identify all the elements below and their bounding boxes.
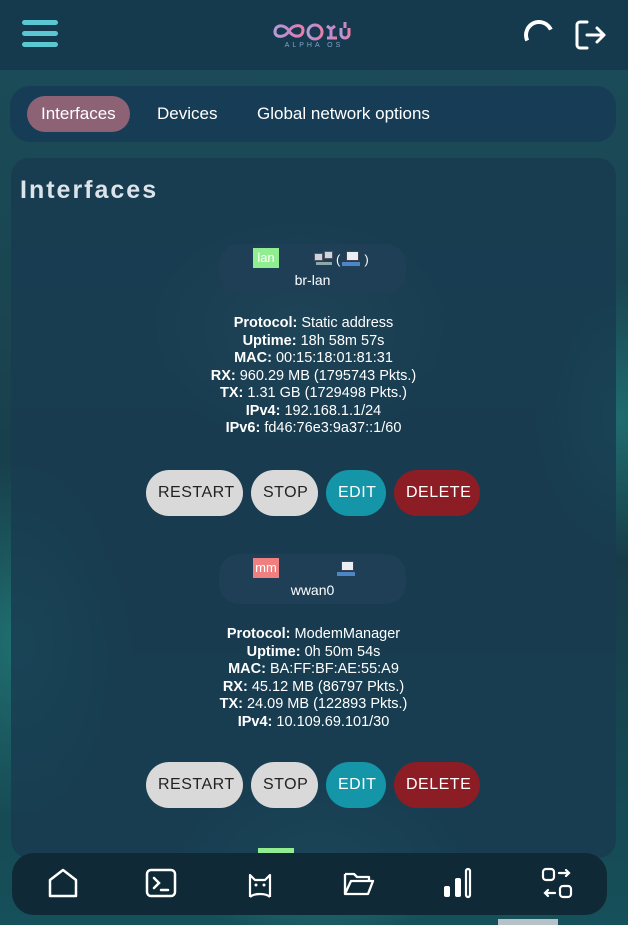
interface-badge: lan — [253, 248, 279, 268]
protocol-value: Static address — [301, 315, 394, 331]
restart-button[interactable]: RESTART — [146, 470, 243, 516]
loading-spinner-icon — [519, 15, 559, 55]
bottom-nav — [12, 853, 607, 915]
tx-label: TX: — [220, 385, 244, 401]
uptime-value: 18h 58m 57s — [300, 332, 385, 349]
protocol-label: Protocol: — [226, 626, 291, 642]
protocol-label: Protocol: — [233, 315, 298, 331]
interface-card[interactable]: mm wwan0 — [219, 554, 406, 604]
device-name: wwan0 — [290, 582, 335, 598]
rx-value: 960.29 MB (1795743 Pkts.) — [239, 367, 417, 384]
device-icons — [337, 558, 357, 580]
interface-actions: RESTART STOP EDIT DELETE — [146, 470, 480, 516]
tx-value: 24.09 MB (122893 Pkts.) — [246, 696, 408, 712]
edit-button[interactable]: EDIT — [326, 762, 386, 808]
stop-button[interactable]: STOP — [251, 762, 318, 808]
tx-label: TX: — [219, 696, 243, 712]
tab-devices[interactable]: Devices — [143, 96, 231, 132]
swap-icon[interactable] — [539, 865, 575, 901]
mac-label: MAC: — [228, 661, 266, 677]
uptime-label: Uptime: — [246, 643, 301, 660]
tab-interfaces[interactable]: Interfaces — [27, 96, 130, 132]
protocol-value: ModemManager — [294, 626, 401, 642]
logout-icon[interactable] — [574, 18, 608, 52]
device-icons: ( ) — [314, 248, 369, 270]
home-indicator — [498, 919, 558, 925]
logo-subtitle: ALPHA OS — [284, 42, 344, 49]
interface-actions: RESTART STOP EDIT DELETE — [146, 762, 480, 808]
home-icon[interactable] — [45, 865, 81, 901]
top-bar: ALPHA OS — [0, 0, 628, 70]
rx-value: 45.12 MB (86797 Pkts.) — [251, 678, 405, 695]
delete-button[interactable]: DELETE — [394, 762, 480, 808]
device-paren-close: ) — [364, 251, 369, 267]
folder-icon[interactable] — [341, 865, 377, 901]
ipv6-value: fd46:76e3:9a37::1/60 — [264, 420, 402, 436]
logo-mark — [273, 22, 351, 41]
interface-details: Protocol: Static address Uptime: 18h 58m… — [11, 315, 616, 438]
mac-label: MAC: — [234, 350, 272, 366]
mac-value: BA:FF:BF:AE:55:A9 — [269, 661, 399, 677]
page-title: Interfaces — [20, 176, 159, 204]
tab-global-network-options[interactable]: Global network options — [243, 96, 444, 132]
bridge-icon — [314, 250, 334, 268]
interfaces-panel: Interfaces lan ( ) br-lan Protocol: Stat… — [11, 158, 616, 858]
uptime-label: Uptime: — [242, 332, 297, 349]
stop-button[interactable]: STOP — [251, 470, 318, 516]
ethernet-icon — [337, 560, 357, 578]
device-name: br-lan — [294, 272, 331, 288]
ipv4-label: IPv4: — [237, 713, 273, 730]
ipv6-label: IPv6: — [225, 420, 261, 436]
delete-button[interactable]: DELETE — [394, 470, 480, 516]
edit-button[interactable]: EDIT — [326, 470, 386, 516]
interface-card[interactable]: lan ( ) br-lan — [219, 244, 406, 294]
ipv4-value: 192.168.1.1/24 — [284, 402, 382, 419]
tab-bar: Interfaces Devices Global network option… — [10, 86, 616, 142]
ipv4-label: IPv4: — [245, 402, 281, 419]
interface-badge: mm — [253, 558, 279, 578]
terminal-icon[interactable] — [143, 865, 179, 901]
ipv4-value: 10.109.69.101/30 — [276, 713, 390, 730]
ethernet-icon — [342, 250, 362, 268]
cat-icon[interactable] — [242, 865, 278, 901]
logo: ALPHA OS — [268, 18, 360, 54]
device-paren-open: ( — [336, 251, 341, 267]
interface-details: Protocol: ModemManager Uptime: 0h 50m 54… — [11, 626, 616, 731]
tx-value: 1.31 GB (1729498 Pkts.) — [247, 385, 407, 401]
signal-bars-icon[interactable] — [440, 865, 476, 901]
rx-label: RX: — [222, 678, 248, 695]
uptime-value: 0h 50m 54s — [304, 643, 381, 660]
restart-button[interactable]: RESTART — [146, 762, 243, 808]
rx-label: RX: — [210, 367, 236, 384]
menu-icon[interactable] — [22, 20, 58, 48]
mac-value: 00:15:18:01:81:31 — [275, 350, 393, 366]
